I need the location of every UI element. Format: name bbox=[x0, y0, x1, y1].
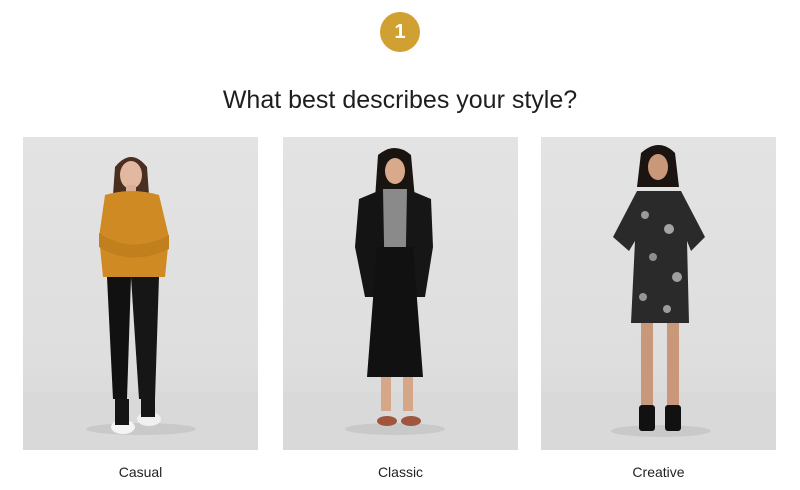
option-label: Casual bbox=[118, 464, 163, 480]
style-option-classic[interactable]: Classic bbox=[283, 137, 518, 487]
classic-outfit-photo[interactable] bbox=[283, 137, 518, 450]
option-label: Classic bbox=[377, 464, 424, 480]
question-heading: What best describes your style? bbox=[222, 86, 578, 114]
style-option-casual[interactable]: Casual bbox=[23, 137, 258, 487]
style-option-creative[interactable]: Creative bbox=[541, 137, 776, 487]
creative-outfit-photo[interactable] bbox=[541, 137, 776, 450]
step-number: 1 bbox=[394, 20, 406, 43]
casual-outfit-photo[interactable] bbox=[23, 137, 258, 450]
option-label: Creative bbox=[632, 464, 685, 480]
step-number-badge: 1 bbox=[380, 12, 420, 52]
